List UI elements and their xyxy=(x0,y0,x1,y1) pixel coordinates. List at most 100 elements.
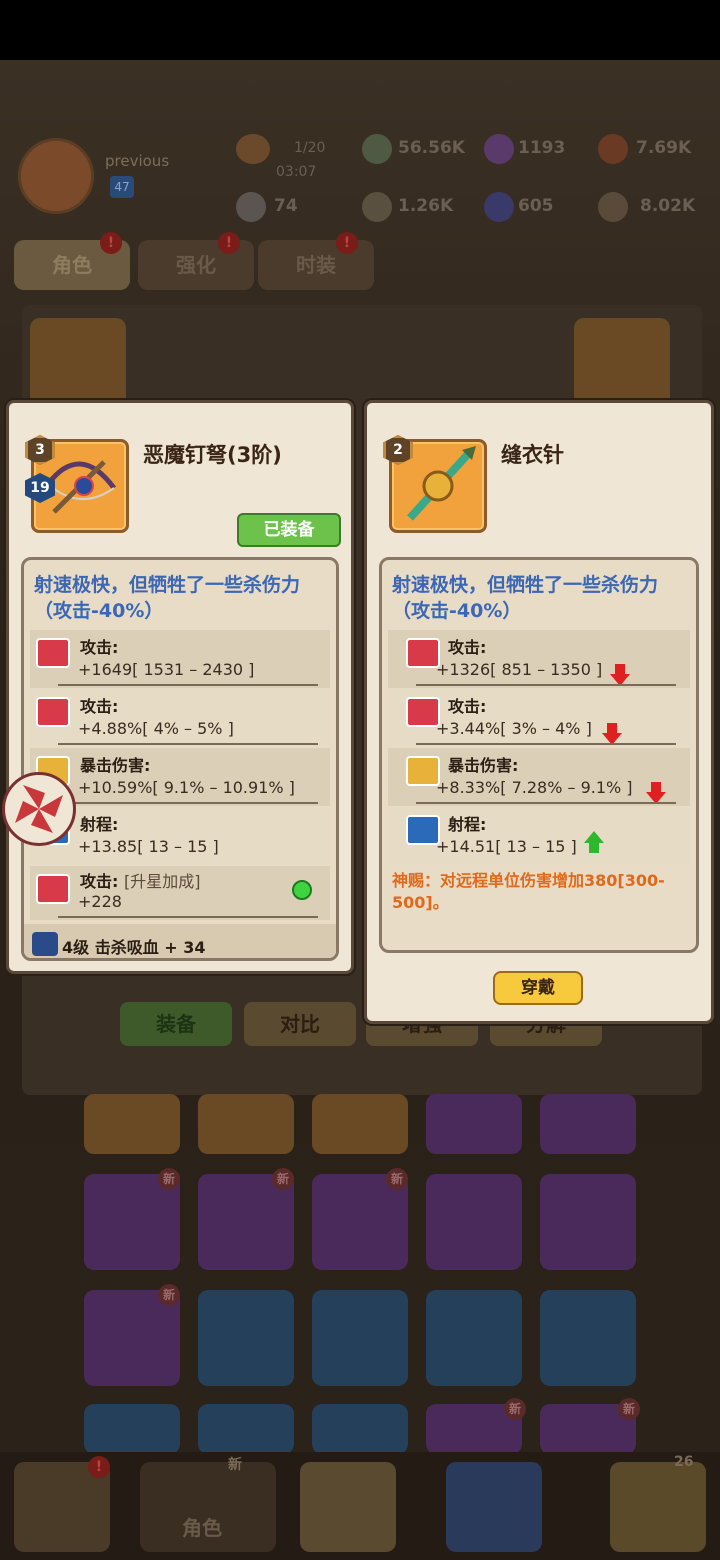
equipped-status-badge: 已装备 xyxy=(237,513,341,547)
player-avatar[interactable] xyxy=(18,138,94,214)
stat-value: +4.88%[ 4% – 5% ] xyxy=(78,719,234,738)
equip-button-label: 装备 xyxy=(156,1012,196,1036)
divider xyxy=(58,802,318,804)
inventory-item[interactable] xyxy=(198,1094,294,1154)
hammer-icon xyxy=(598,192,628,222)
left-stat-row: 暴击伤害: +10.59%[ 9.1% – 10.91% ] xyxy=(30,748,330,806)
resource-hammer: 8.02K xyxy=(640,196,696,216)
stat-value: +8.33%[ 7.28% – 9.1% ] xyxy=(436,778,633,797)
new-badge: 新 xyxy=(504,1398,526,1420)
range-icon xyxy=(406,815,440,845)
attack-icon xyxy=(36,638,70,668)
compare-item-panel: 2 缝衣针 射速极快，但牺牲了一些杀伤力（攻击-40%） 攻击: +1326[ … xyxy=(364,400,714,1024)
nav-character-label: 角色 xyxy=(182,1516,222,1540)
tab-character-label: 角色 xyxy=(52,253,92,277)
player-name: previous xyxy=(105,152,170,170)
nav-character-new-badge: 新 xyxy=(228,1457,242,1473)
resource-stone: 1.26K xyxy=(398,196,454,216)
stat-value: +228 xyxy=(78,892,122,911)
side-menu-button[interactable] xyxy=(2,772,76,846)
pinwheel-icon xyxy=(15,785,63,833)
divider xyxy=(58,684,318,686)
new-badge: 新 xyxy=(272,1168,294,1190)
stat-name: 射程: xyxy=(448,815,487,834)
resource-gems: 56.56K xyxy=(398,138,465,158)
left-stat-row: 攻击: +1649[ 1531 – 2430 ] xyxy=(30,630,330,688)
stat-value: +10.59%[ 9.1% – 10.91% ] xyxy=(78,778,295,797)
wood-icon xyxy=(598,134,628,164)
divider xyxy=(416,743,676,745)
left-star-bonus-row: 攻击: [升星加成] +228 xyxy=(30,866,330,920)
skill-icon xyxy=(32,932,58,956)
crit-damage-icon xyxy=(406,756,440,786)
inventory-item[interactable] xyxy=(84,1404,180,1454)
stat-value: +3.44%[ 3% – 4% ] xyxy=(436,719,592,738)
new-badge: 新 xyxy=(158,1284,180,1306)
increase-arrow-icon xyxy=(584,831,604,853)
right-stats-box: 射速极快，但牺牲了一些杀伤力（攻击-40%） 攻击: +1326[ 851 – … xyxy=(379,557,699,953)
stat-name: 攻击: xyxy=(448,697,487,716)
gem-icon xyxy=(362,134,392,164)
right-stat-row: 暴击伤害: +8.33%[ 7.28% – 9.1% ] xyxy=(388,748,690,806)
left-stat-row: 攻击: +4.88%[ 4% – 5% ] xyxy=(30,689,330,747)
inventory-item[interactable] xyxy=(540,1174,636,1270)
inventory-item[interactable] xyxy=(312,1404,408,1454)
stone-icon xyxy=(362,192,392,222)
attack-icon xyxy=(406,638,440,668)
right-item-name: 缝衣针 xyxy=(501,443,564,467)
new-badge: 新 xyxy=(158,1168,180,1190)
stat-name: 暴击伤害: xyxy=(448,756,519,775)
inventory-item[interactable] xyxy=(198,1290,294,1386)
inventory-item[interactable] xyxy=(426,1290,522,1386)
stat-name: 攻击: xyxy=(80,638,119,657)
divider xyxy=(58,916,318,918)
inventory-item[interactable] xyxy=(426,1094,522,1154)
right-stat-row: 攻击: +1326[ 851 – 1350 ] xyxy=(388,630,690,688)
bone-icon xyxy=(236,192,266,222)
nav-hero-badge: ! xyxy=(88,1456,110,1478)
inventory-item[interactable] xyxy=(540,1094,636,1154)
compare-button[interactable]: 对比 xyxy=(244,1002,356,1046)
inventory-item[interactable] xyxy=(84,1094,180,1154)
right-item-description: 射速极快，但牺牲了一些杀伤力（攻击-40%） xyxy=(392,574,659,622)
stat-name: 射程: xyxy=(80,815,119,834)
player-level-badge: 47 xyxy=(110,176,134,198)
attack-icon xyxy=(36,874,70,904)
resource-wood: 7.69K xyxy=(636,138,692,158)
stat-name: 暴击伤害: xyxy=(80,756,151,775)
right-stat-row: 射程: +14.51[ 13 – 15 ] xyxy=(388,807,690,865)
energy-icon xyxy=(236,134,270,164)
inventory-item[interactable] xyxy=(312,1290,408,1386)
stat-name: 攻击: xyxy=(80,697,119,716)
stat-value: +1326[ 851 – 1350 ] xyxy=(436,660,603,679)
inventory-item[interactable] xyxy=(426,1174,522,1270)
crystal-icon xyxy=(484,192,514,222)
active-indicator xyxy=(292,880,312,900)
left-skill-row: 4级 击杀吸血 + 34 xyxy=(24,924,336,958)
resource-purple: 1193 xyxy=(518,138,566,158)
inventory-item[interactable] xyxy=(540,1290,636,1386)
tab-row: 角色 ! 强化 ! 时装 ! xyxy=(14,232,394,292)
attack-icon xyxy=(406,697,440,727)
nav-shop-count: 26 xyxy=(674,1454,694,1470)
inventory-item[interactable] xyxy=(198,1404,294,1454)
new-badge: 新 xyxy=(618,1398,640,1420)
stat-value: +13.85[ 13 – 15 ] xyxy=(78,837,219,856)
inventory-item[interactable] xyxy=(312,1094,408,1154)
tab-enhance-badge: ! xyxy=(218,232,240,254)
left-stats-box: 射速极快，但牺牲了一些杀伤力（攻击-40%） 攻击: +1649[ 1531 –… xyxy=(21,557,339,961)
tab-fashion-label: 时装 xyxy=(296,253,336,277)
stat-value: +1649[ 1531 – 2430 ] xyxy=(78,660,255,679)
skill-text: 4级 击杀吸血 + 34 xyxy=(62,938,206,957)
resource-crystal: 605 xyxy=(518,196,554,216)
left-item-description: 射速极快，但牺牲了一些杀伤力（攻击-40%） xyxy=(34,574,301,622)
divider xyxy=(58,743,318,745)
purple-gem-icon xyxy=(484,134,514,164)
nav-item-shop[interactable] xyxy=(610,1462,706,1552)
divider xyxy=(416,684,676,686)
wear-button[interactable]: 穿戴 xyxy=(493,971,583,1005)
nav-item-pet[interactable] xyxy=(446,1462,542,1552)
equip-button[interactable]: 装备 xyxy=(120,1002,232,1046)
nav-item-map[interactable] xyxy=(300,1462,396,1552)
new-badge: 新 xyxy=(386,1168,408,1190)
